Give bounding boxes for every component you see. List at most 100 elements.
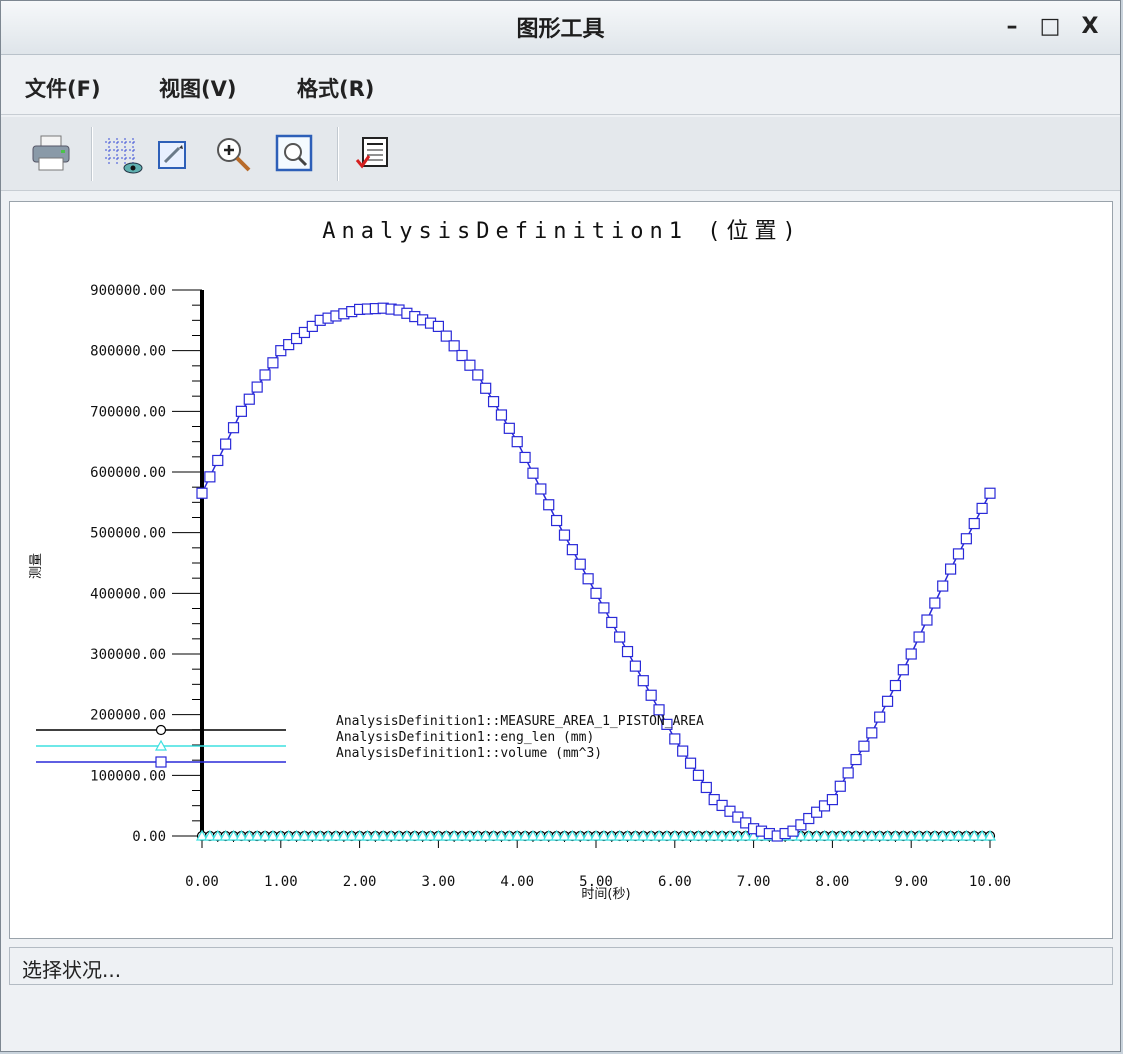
x-tick-label: 5.00 <box>579 874 613 890</box>
data-point <box>480 382 492 394</box>
data-point <box>527 467 539 479</box>
data-point <box>700 781 712 794</box>
data-point <box>503 422 515 434</box>
x-tick-label: 3.00 <box>422 874 456 890</box>
data-point <box>858 740 870 752</box>
data-point <box>582 573 594 585</box>
y-tick-label: 800000.00 <box>90 344 166 360</box>
close-button[interactable]: X <box>1075 13 1105 41</box>
data-point <box>487 396 500 408</box>
data-point <box>566 544 578 556</box>
y-tick-label: 0.00 <box>132 829 166 845</box>
data-point <box>212 454 224 467</box>
data-point <box>472 369 484 381</box>
data-point <box>952 548 965 560</box>
toolbar-separator <box>91 127 93 181</box>
data-point <box>456 349 468 362</box>
x-tick-label: 10.00 <box>969 874 1011 890</box>
data-point <box>684 757 697 769</box>
chart-svg: AnalysisDefinition1 (位置) 时间(秒) 测量 0.0010… <box>29 219 1011 902</box>
data-point <box>842 767 854 779</box>
data-point <box>220 438 232 450</box>
data-point <box>921 614 933 626</box>
window-title: 图形工具 <box>516 17 605 42</box>
data-point <box>944 563 957 575</box>
menu-file[interactable]: 文件(F) <box>25 73 101 103</box>
refit-view-icon[interactable] <box>273 132 317 176</box>
toolbar <box>1 117 1120 191</box>
x-tick-label: 8.00 <box>816 874 850 890</box>
data-point <box>543 499 555 511</box>
data-point <box>866 727 878 739</box>
y-tick-label: 700000.00 <box>90 404 166 420</box>
data-point <box>629 660 642 672</box>
data-point <box>889 679 902 692</box>
y-tick-label: 400000.00 <box>90 586 166 602</box>
data-point <box>881 695 894 707</box>
data-point <box>968 517 980 530</box>
data-point <box>905 648 917 660</box>
x-tick-label: 6.00 <box>658 874 692 890</box>
plot-area[interactable]: AnalysisDefinition1 (位置) 时间(秒) 测量 0.00 10… <box>9 201 1113 939</box>
chart-title: AnalysisDefinition1 (位置) <box>322 219 801 244</box>
data-point <box>448 340 460 352</box>
menu-view[interactable]: 视图(V) <box>159 73 236 103</box>
data-point <box>204 471 216 483</box>
data-point <box>495 409 508 421</box>
y-tick-label: 100000.00 <box>90 768 166 784</box>
y-tick-label: 300000.00 <box>90 647 166 663</box>
x-tick-label: 7.00 <box>737 874 771 890</box>
data-point <box>535 483 547 495</box>
data-point <box>692 769 705 781</box>
data-point <box>432 320 444 333</box>
data-point <box>606 616 618 629</box>
data-point <box>440 330 452 342</box>
x-tick-label: 1.00 <box>264 874 298 890</box>
data-point <box>669 733 681 745</box>
data-point <box>574 558 586 570</box>
minimize-button[interactable]: – <box>997 13 1027 41</box>
menu-format[interactable]: 格式(R) <box>297 73 374 103</box>
x-tick-label: 9.00 <box>894 874 928 890</box>
data-point <box>826 793 839 806</box>
print-icon[interactable] <box>29 132 73 176</box>
data-point <box>196 487 208 499</box>
chart-axes: 0.00 100000.00 200000.00 300000.00 400000.00… <box>90 283 1011 890</box>
data-point <box>897 664 909 676</box>
x-tick-label: 0.00 <box>185 874 219 890</box>
title-bar[interactable]: 图形工具 – □ X <box>1 1 1120 55</box>
y-tick-label: 600000.00 <box>90 465 166 481</box>
data-point <box>850 753 862 766</box>
menu-bar: 文件(F) 视图(V) 格式(R) <box>1 59 1120 115</box>
data-point <box>937 580 949 592</box>
data-point <box>464 359 476 371</box>
maximize-button[interactable]: □ <box>1035 13 1065 41</box>
graph-tool-window: 图形工具 – □ X 文件(F) 视图(V) 格式(R) AnalysisDef… <box>0 0 1121 1052</box>
data-point <box>874 711 886 723</box>
data-point <box>621 645 634 658</box>
y-axis-label: 测量 <box>29 553 44 579</box>
y-tick-label: 200000.00 <box>90 708 166 724</box>
data-point <box>251 381 263 393</box>
legend-label: AnalysisDefinition1::volume (mm^3) <box>336 746 602 761</box>
legend-label: AnalysisDefinition1::eng_len (mm) <box>336 730 594 745</box>
data-point <box>259 369 271 381</box>
data-point <box>235 405 247 417</box>
data-point <box>913 631 925 643</box>
data-point <box>984 487 996 499</box>
data-point <box>645 689 657 701</box>
data-point <box>614 631 626 643</box>
data-point <box>976 502 988 514</box>
zoom-in-icon[interactable] <box>211 132 255 176</box>
data-point <box>637 675 649 687</box>
legend-marker <box>155 756 167 768</box>
data-point <box>590 587 602 599</box>
status-text: 选择状况... <box>22 958 122 982</box>
grid-view-icon[interactable] <box>101 132 145 176</box>
edit-chart-icon[interactable] <box>151 132 195 176</box>
x-tick-label: 2.00 <box>343 874 377 890</box>
export-data-icon[interactable] <box>351 132 395 176</box>
data-point <box>834 780 846 792</box>
data-point <box>929 597 941 609</box>
data-point <box>267 357 279 369</box>
